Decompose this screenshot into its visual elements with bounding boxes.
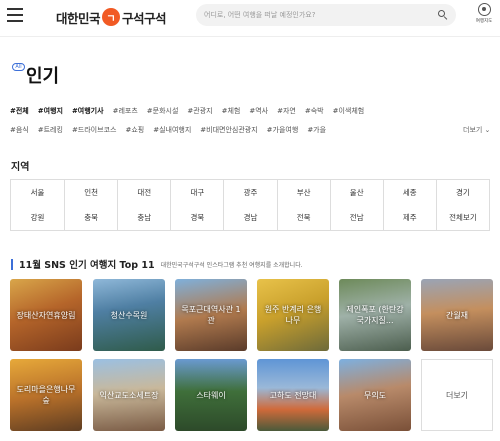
mytour-button[interactable]: 여행지도 bbox=[472, 3, 496, 31]
tag-item[interactable]: #음식 bbox=[10, 125, 29, 135]
tag-item[interactable]: #관광지 bbox=[187, 106, 212, 116]
tag-item[interactable]: #자연 bbox=[277, 106, 296, 116]
top-title: 11월 SNS 인기 여행지 Top 11 bbox=[19, 260, 155, 271]
cards-more-button[interactable]: 더보기 bbox=[421, 359, 493, 431]
page-title: 인기 bbox=[26, 66, 60, 87]
destination-card-label: 익산교도소세트장 bbox=[99, 390, 159, 400]
destination-card-label: 간월재 bbox=[445, 310, 469, 320]
tag-item[interactable]: #숙박 bbox=[305, 106, 324, 116]
region-item[interactable]: 충남 bbox=[117, 205, 170, 230]
header: 대한민국 ㄱ 구석구석 여행지도 bbox=[0, 0, 500, 33]
tag-item[interactable]: #비대면안심관광지 bbox=[200, 125, 257, 135]
user-icon bbox=[477, 3, 491, 16]
destination-card-label: 도리마을은행나무숲 bbox=[16, 385, 76, 405]
mytour-label: 여행지도 bbox=[475, 19, 493, 24]
logo-text-left: 대한민국 bbox=[56, 10, 101, 26]
tag-item[interactable]: #레포츠 bbox=[113, 106, 138, 116]
tag-item[interactable]: #역사 bbox=[249, 106, 268, 116]
tag-item[interactable]: #여행기사 bbox=[72, 106, 104, 116]
destination-card-label: 제인폭포 (한탄강 국가지질... bbox=[346, 305, 404, 325]
destination-card-label: 청산수목원 bbox=[110, 310, 148, 320]
region-label: 지역 bbox=[11, 162, 30, 173]
destination-card[interactable]: 무의도 bbox=[339, 359, 411, 431]
search-bar bbox=[196, 4, 456, 26]
region-item[interactable]: 경기 bbox=[435, 180, 489, 205]
search-input[interactable] bbox=[204, 11, 438, 19]
region-item[interactable]: 울산 bbox=[329, 180, 383, 205]
destination-card[interactable]: 익산교도소세트장 bbox=[93, 359, 165, 431]
destination-card[interactable]: 장태산자연휴양림 bbox=[10, 279, 82, 351]
destination-card-label: 원주 반계리 은행나무 bbox=[264, 305, 322, 325]
region-item[interactable]: 경남 bbox=[223, 205, 276, 230]
tag-item[interactable]: #쇼핑 bbox=[125, 125, 144, 135]
region-item[interactable]: 서울 bbox=[11, 180, 64, 205]
search-icon[interactable] bbox=[438, 10, 448, 20]
tag-item[interactable]: #가을 bbox=[307, 125, 326, 135]
region-item[interactable]: 전남 bbox=[329, 205, 383, 230]
region-item[interactable]: 경북 bbox=[170, 205, 223, 230]
region-item[interactable]: 대전 bbox=[117, 180, 170, 205]
region-item[interactable]: 인천 bbox=[64, 180, 117, 205]
region-item[interactable]: 광주 bbox=[223, 180, 276, 205]
destination-card[interactable]: 고하도 전망대 bbox=[257, 359, 329, 431]
destination-card-label: 스타웨이 bbox=[196, 390, 226, 400]
heading-accent-bar bbox=[11, 258, 13, 270]
region-grid: 서울 인천 대전 대구 광주 부산 울산 세종 경기강원 충북 충남 경북 경남 전북 전남 제주 전체보기 bbox=[10, 179, 490, 231]
destination-card[interactable]: 원주 반계리 은행나무 bbox=[257, 279, 329, 351]
destination-card[interactable]: 간월재 bbox=[421, 279, 493, 351]
tag-item[interactable]: #체험 bbox=[222, 106, 241, 116]
tag-item[interactable]: #트레킹 bbox=[38, 125, 63, 135]
menu-icon[interactable] bbox=[7, 7, 25, 23]
tag-item[interactable]: #전체 bbox=[10, 106, 29, 116]
region-item[interactable]: 강원 bbox=[11, 205, 64, 230]
tag-item[interactable]: #문화시설 bbox=[147, 106, 179, 116]
destination-card-label: 목포근대역사관 1관 bbox=[181, 305, 241, 325]
tag-row-1: #전체 #여행지 #여행기사 #레포츠 #문화시설 #관광지 #체험 #역사 #자연 #숙박 #이색… bbox=[10, 106, 373, 116]
region-item[interactable]: 부산 bbox=[276, 180, 330, 205]
destination-card[interactable]: 스타웨이 bbox=[175, 359, 247, 431]
destination-card[interactable]: 도리마을은행나무숲 bbox=[10, 359, 82, 431]
destination-card-label: 고하도 전망대 bbox=[269, 390, 317, 400]
destination-card[interactable]: 청산수목원 bbox=[93, 279, 165, 351]
site-logo[interactable]: 대한민국 ㄱ 구석구석 bbox=[56, 6, 167, 28]
all-badge: All bbox=[12, 63, 25, 71]
tag-item[interactable]: #가을여행 bbox=[267, 125, 299, 135]
tag-row-2: #음식 #트레킹 #드라이브코스 #쇼핑 #실내여행지 #비대면안심관광지 #가을여행 #가을 bbox=[10, 125, 335, 135]
header-divider bbox=[0, 36, 500, 37]
region-item[interactable]: 전체보기 bbox=[435, 205, 489, 230]
logo-text-right: 구석구석 bbox=[122, 10, 167, 26]
region-item[interactable]: 전북 bbox=[276, 205, 330, 230]
region-item[interactable]: 세종 bbox=[382, 180, 436, 205]
tag-item[interactable]: #실내여행지 bbox=[153, 125, 191, 135]
destination-card-label: 무의도 bbox=[363, 390, 387, 400]
tag-item[interactable]: #드라이브코스 bbox=[72, 125, 117, 135]
destination-card[interactable]: 제인폭포 (한탄강 국가지질... bbox=[339, 279, 411, 351]
region-item[interactable]: 충북 bbox=[64, 205, 117, 230]
destination-card-label: 장태산자연휴양림 bbox=[16, 310, 76, 320]
top-subtitle: 대한민국구석구석 인스타그램 추천 여행지를 소개합니다. bbox=[160, 261, 303, 269]
tags-more-button[interactable]: 더보기 ⌄ bbox=[463, 125, 490, 135]
tag-item[interactable]: #이색체험 bbox=[333, 106, 365, 116]
tag-item[interactable]: #여행지 bbox=[38, 106, 63, 116]
region-item[interactable]: 제주 bbox=[382, 205, 436, 230]
top-heading: 11월 SNS 인기 여행지 Top 11 대한민국구석구석 인스타그램 추천 … bbox=[11, 257, 303, 271]
region-item[interactable]: 대구 bbox=[170, 180, 223, 205]
logo-mark-icon: ㄱ bbox=[102, 8, 121, 26]
destination-card[interactable]: 목포근대역사관 1관 bbox=[175, 279, 247, 351]
